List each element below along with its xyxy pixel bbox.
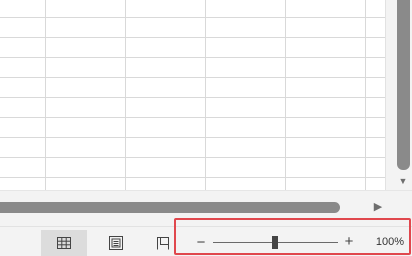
page-layout-view-button[interactable] (93, 230, 139, 256)
worksheet-grid[interactable] (0, 0, 385, 190)
normal-view-button[interactable] (41, 230, 87, 256)
zoom-out-button[interactable]: − (193, 233, 209, 253)
scroll-down-arrow-icon[interactable]: ▼ (397, 175, 409, 187)
scroll-right-arrow-icon[interactable]: ▶ (371, 200, 385, 214)
grid-icon (57, 237, 71, 249)
zoom-in-button[interactable]: + (341, 232, 357, 252)
zoom-slider-thumb[interactable] (272, 236, 278, 249)
horizontal-scrollbar-thumb[interactable] (0, 202, 340, 213)
page-break-preview-icon (157, 237, 169, 250)
vertical-scrollbar-thumb[interactable] (397, 0, 410, 170)
zoom-level-label[interactable]: 100% (364, 234, 404, 250)
page-layout-icon (109, 236, 123, 250)
